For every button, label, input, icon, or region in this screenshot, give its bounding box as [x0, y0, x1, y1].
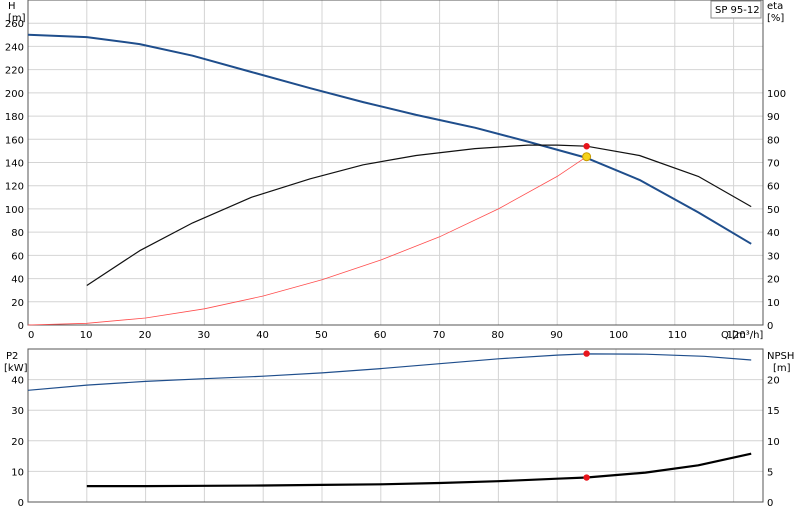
y-right-tick-label: 10 [767, 298, 780, 309]
y-left-title-top-line2: [m] [8, 13, 26, 24]
y-right-title-bottom-line2: [m] [773, 363, 791, 374]
x-axis-title: Q [m³/h] [721, 330, 763, 341]
y-left-title-bottom-line1: P2 [6, 351, 18, 362]
x-tick-label: 110 [668, 330, 687, 341]
pump-curve-svg: 0 10 20 30 40 50 60 70 80 90 100 110 120020406080100… [4, 0, 794, 509]
y-right-title-bottom-line1: NPSH [767, 351, 794, 362]
y-left-tick-label: 20 [11, 298, 24, 309]
y-left-tick-label: 120 [5, 182, 24, 193]
y-left-tick-label: 220 [5, 66, 24, 77]
p2-tick-label: 20 [11, 437, 24, 448]
y-right-tick-label: 90 [767, 112, 780, 123]
top-tick-labels: 0 10 20 30 40 50 60 70 80 90 100 110 120020406080100… [5, 19, 786, 341]
x-tick-label: 70 [433, 330, 446, 341]
npsh-tick-label: 5 [767, 467, 773, 478]
top-grid [27, 0, 763, 326]
y-right-tick-label: 40 [767, 228, 780, 239]
operating-point-marker [582, 152, 592, 162]
npsh-curve [86, 452, 752, 488]
power-npsh-panel: 0 10 20 30 40 0 5 10 15 20 P2 [kW] NPSH [m] [4, 348, 794, 509]
y-left-tick-label: 160 [5, 135, 24, 146]
duty-point-marker [583, 474, 590, 481]
y-left-title-top-line1: H [8, 1, 16, 12]
x-tick-label: 0 [28, 330, 34, 341]
duty-point-marker [583, 143, 590, 150]
y-right-tick-label: 80 [767, 135, 780, 146]
y-left-title-bottom-line2: [kW] [4, 363, 28, 374]
y-right-tick-label: 30 [767, 251, 780, 262]
y-right-title-top-line1: eta [767, 1, 783, 12]
x-tick-label: 10 [80, 330, 93, 341]
npsh-tick-label: 15 [767, 406, 780, 417]
y-right-tick-label: 60 [767, 182, 780, 193]
y-left-tick-label: 100 [5, 205, 24, 216]
y-left-tick-label: 40 [11, 275, 24, 286]
x-tick-label: 30 [197, 330, 210, 341]
duty-point-marker [583, 350, 590, 357]
y-left-tick-label: 240 [5, 42, 24, 53]
npsh-tick-label: 10 [767, 437, 780, 448]
y-left-tick-label: 80 [11, 228, 24, 239]
npsh-tick-label: 0 [767, 498, 773, 509]
y-left-tick-label: 180 [5, 112, 24, 123]
x-tick-label: 60 [374, 330, 387, 341]
p2-tick-label: 0 [18, 498, 24, 509]
efficiency-curve [86, 144, 752, 287]
x-tick-label: 80 [491, 330, 504, 341]
head-efficiency-panel: 0 10 20 30 40 50 60 70 80 90 100 110 120020406080100… [5, 0, 786, 341]
bottom-frame [27, 348, 764, 503]
bottom-grid [27, 349, 763, 503]
system-curve [27, 156, 587, 326]
y-left-tick-label: 60 [11, 251, 24, 262]
npsh-tick-label: 20 [767, 376, 780, 387]
model-label: SP 95-12 [715, 5, 760, 16]
bottom-curves [27, 350, 752, 488]
p2-tick-label: 10 [11, 467, 24, 478]
pump-curve-figure: 0 10 20 30 40 50 60 70 80 90 100 110 120 0 20 40 60 80 100… [0, 0, 800, 520]
y-left-tick-label: 140 [5, 159, 24, 170]
top-curves [27, 33, 752, 326]
y-left-tick-label: 200 [5, 89, 24, 100]
p2-tick-label: 30 [11, 406, 24, 417]
x-tick-label: 20 [139, 330, 152, 341]
x-tick-label: 40 [256, 330, 269, 341]
y-right-tick-label: 50 [767, 205, 780, 216]
y-right-tick-label: 0 [767, 321, 773, 332]
y-left-tick-label: 0 [18, 321, 24, 332]
x-tick-label: 100 [609, 330, 628, 341]
y-right-tick-label: 70 [767, 159, 780, 170]
x-tick-label: 50 [315, 330, 328, 341]
y-right-title-top-line2: [%] [767, 13, 784, 24]
p2-tick-label: 40 [11, 376, 24, 387]
y-right-tick-label: 20 [767, 275, 780, 286]
y-right-tick-label: 100 [767, 89, 786, 100]
power-curve [27, 353, 752, 391]
bottom-tick-labels: 0 10 20 30 40 0 5 10 15 20 [11, 376, 779, 509]
x-tick-label: 90 [550, 330, 563, 341]
